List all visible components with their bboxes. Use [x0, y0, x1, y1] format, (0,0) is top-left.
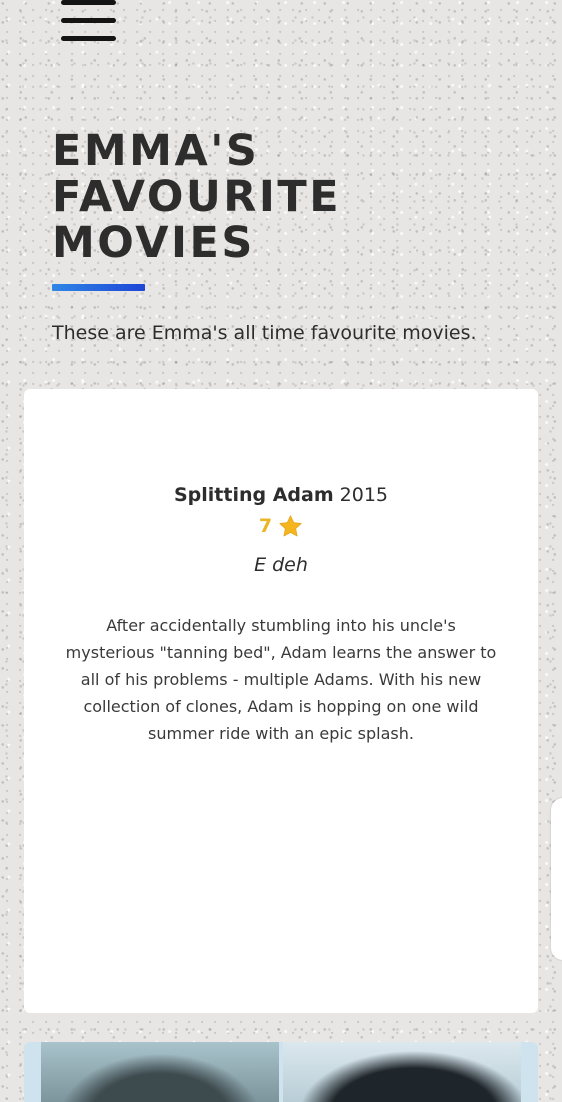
- page-title: EMMA'S FAVOURITE MOVIES: [52, 126, 342, 268]
- hamburger-menu-icon-bar: [61, 36, 116, 41]
- menu-button[interactable]: [61, 0, 117, 44]
- page-subtitle: These are Emma's all time favourite movi…: [52, 322, 477, 344]
- star-icon: [279, 514, 302, 536]
- side-drawer-handle[interactable]: [551, 798, 562, 960]
- movie-card: Splitting Adam 2015 7 E deh After accide…: [24, 389, 538, 1013]
- movie-headline: Splitting Adam 2015: [24, 483, 538, 507]
- hamburger-menu-icon: [61, 0, 116, 5]
- movie-poster-image: [41, 1042, 279, 1102]
- movie-year: 2015: [339, 484, 389, 506]
- movie-rating: 7: [24, 512, 538, 540]
- movie-description: After accidentally stumbling into his un…: [65, 616, 497, 743]
- movie-tagline: E deh: [254, 554, 308, 576]
- title-underline: [52, 284, 145, 291]
- rating-value: 7: [258, 515, 273, 537]
- movie-poster-image: [283, 1042, 521, 1102]
- page-header: EMMA'S FAVOURITE MOVIES These are Emma's…: [52, 128, 522, 345]
- hamburger-menu-icon-bar: [61, 18, 116, 23]
- next-movie-card[interactable]: [24, 1042, 538, 1102]
- movie-title: Splitting Adam: [173, 484, 334, 506]
